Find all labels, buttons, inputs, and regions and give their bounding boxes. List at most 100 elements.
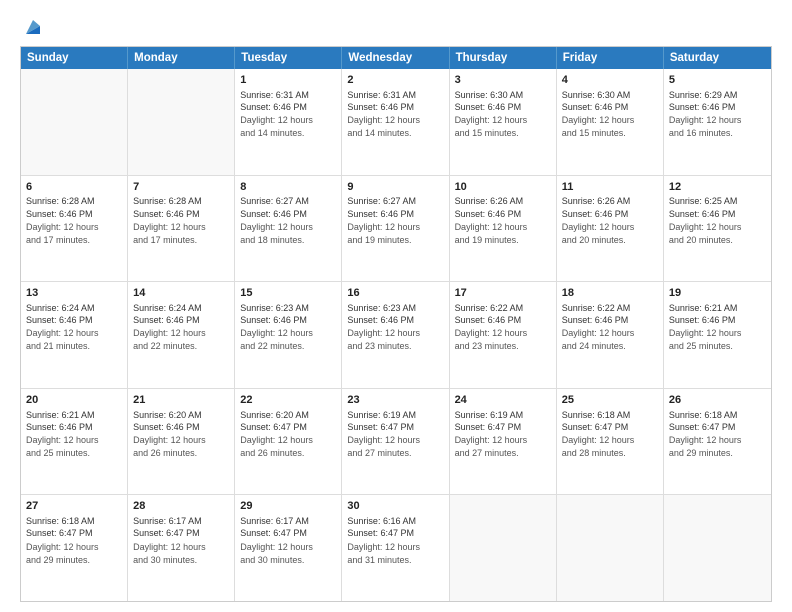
daylight-info: Daylight: 12 hours xyxy=(347,541,443,553)
day-number: 29 xyxy=(240,499,336,514)
day-number: 13 xyxy=(26,286,122,301)
calendar-cell: 14Sunrise: 6:24 AMSunset: 6:46 PMDayligh… xyxy=(128,282,235,388)
sunrise-info: Sunrise: 6:18 AM xyxy=(562,409,658,421)
daylight-info: Daylight: 12 hours xyxy=(562,114,658,126)
daylight-info-cont: and 23 minutes. xyxy=(455,340,551,352)
day-number: 8 xyxy=(240,180,336,195)
calendar-cell: 25Sunrise: 6:18 AMSunset: 6:47 PMDayligh… xyxy=(557,389,664,495)
calendar-cell xyxy=(450,495,557,601)
calendar-cell: 7Sunrise: 6:28 AMSunset: 6:46 PMDaylight… xyxy=(128,176,235,282)
sunrise-info: Sunrise: 6:28 AM xyxy=(133,195,229,207)
daylight-info: Daylight: 12 hours xyxy=(26,541,122,553)
daylight-info-cont: and 15 minutes. xyxy=(562,127,658,139)
daylight-info-cont: and 18 minutes. xyxy=(240,234,336,246)
sunset-info: Sunset: 6:47 PM xyxy=(347,421,443,433)
sunset-info: Sunset: 6:46 PM xyxy=(455,101,551,113)
daylight-info-cont: and 24 minutes. xyxy=(562,340,658,352)
day-number: 12 xyxy=(669,180,766,195)
sunset-info: Sunset: 6:46 PM xyxy=(347,101,443,113)
calendar-cell: 24Sunrise: 6:19 AMSunset: 6:47 PMDayligh… xyxy=(450,389,557,495)
daylight-info: Daylight: 12 hours xyxy=(347,327,443,339)
sunset-info: Sunset: 6:46 PM xyxy=(240,208,336,220)
sunset-info: Sunset: 6:46 PM xyxy=(240,101,336,113)
sunset-info: Sunset: 6:46 PM xyxy=(562,101,658,113)
sunset-info: Sunset: 6:46 PM xyxy=(133,208,229,220)
sunrise-info: Sunrise: 6:24 AM xyxy=(26,302,122,314)
daylight-info-cont: and 17 minutes. xyxy=(26,234,122,246)
day-number: 3 xyxy=(455,73,551,88)
day-number: 19 xyxy=(669,286,766,301)
sunset-info: Sunset: 6:46 PM xyxy=(133,421,229,433)
day-number: 20 xyxy=(26,393,122,408)
calendar-cell: 23Sunrise: 6:19 AMSunset: 6:47 PMDayligh… xyxy=(342,389,449,495)
calendar-cell: 20Sunrise: 6:21 AMSunset: 6:46 PMDayligh… xyxy=(21,389,128,495)
daylight-info-cont: and 22 minutes. xyxy=(133,340,229,352)
daylight-info: Daylight: 12 hours xyxy=(455,434,551,446)
day-number: 27 xyxy=(26,499,122,514)
sunset-info: Sunset: 6:46 PM xyxy=(669,314,766,326)
sunrise-info: Sunrise: 6:28 AM xyxy=(26,195,122,207)
sunrise-info: Sunrise: 6:18 AM xyxy=(26,515,122,527)
sunrise-info: Sunrise: 6:17 AM xyxy=(240,515,336,527)
calendar-cell: 29Sunrise: 6:17 AMSunset: 6:47 PM Dayligh… xyxy=(235,495,342,601)
calendar-cell xyxy=(21,69,128,175)
daylight-info: Daylight: 12 hours xyxy=(455,327,551,339)
daylight-info-cont: and 16 minutes. xyxy=(669,127,766,139)
daylight-info-cont: and 27 minutes. xyxy=(455,447,551,459)
daylight-info: Daylight: 12 hours xyxy=(240,541,336,553)
daylight-info-cont: and 19 minutes. xyxy=(347,234,443,246)
calendar-cell: 15Sunrise: 6:23 AMSunset: 6:46 PMDayligh… xyxy=(235,282,342,388)
sunrise-info: Sunrise: 6:19 AM xyxy=(455,409,551,421)
calendar-header-cell: Saturday xyxy=(664,47,771,69)
calendar-row: 1Sunrise: 6:31 AMSunset: 6:46 PMDaylight… xyxy=(21,69,771,176)
daylight-info: Daylight: 12 hours xyxy=(455,114,551,126)
calendar-header-cell: Wednesday xyxy=(342,47,449,69)
calendar-cell xyxy=(557,495,664,601)
calendar-row: 6Sunrise: 6:28 AMSunset: 6:46 PMDaylight… xyxy=(21,176,771,283)
sunset-info: Sunset: 6:46 PM xyxy=(133,314,229,326)
sunrise-info: Sunrise: 6:27 AM xyxy=(240,195,336,207)
calendar-cell: 30Sunrise: 6:16 AMSunset: 6:47 PMDayligh… xyxy=(342,495,449,601)
sunrise-info: Sunrise: 6:26 AM xyxy=(562,195,658,207)
daylight-info-cont: and 22 minutes. xyxy=(240,340,336,352)
sunrise-info: Sunrise: 6:25 AM xyxy=(669,195,766,207)
daylight-info-cont: and 31 minutes. xyxy=(347,554,443,566)
sunrise-info: Sunrise: 6:30 AM xyxy=(562,89,658,101)
calendar-cell: 16Sunrise: 6:23 AMSunset: 6:46 PMDayligh… xyxy=(342,282,449,388)
daylight-info: Daylight: 12 hours xyxy=(240,327,336,339)
calendar-cell: 5Sunrise: 6:29 AMSunset: 6:46 PMDaylight… xyxy=(664,69,771,175)
calendar-cell: 13Sunrise: 6:24 AMSunset: 6:46 PMDayligh… xyxy=(21,282,128,388)
daylight-info: Daylight: 12 hours xyxy=(562,221,658,233)
daylight-info-cont: and 29 minutes. xyxy=(669,447,766,459)
sunset-info: Sunset: 6:47 PM xyxy=(240,527,336,539)
daylight-info: Daylight: 12 hours xyxy=(240,221,336,233)
daylight-info-cont: and 21 minutes. xyxy=(26,340,122,352)
daylight-info-cont: and 29 minutes. xyxy=(26,554,122,566)
daylight-info: Daylight: 12 hours xyxy=(133,541,229,553)
sunrise-info: Sunrise: 6:30 AM xyxy=(455,89,551,101)
daylight-info: Daylight: 12 hours xyxy=(669,221,766,233)
calendar-row: 13Sunrise: 6:24 AM Sunset: 6:46 PM Dayligh… xyxy=(21,282,771,389)
daylight-info-cont: and 26 minutes. xyxy=(133,447,229,459)
calendar-body: 1Sunrise: 6:31 AMSunset: 6:46 PMDaylight… xyxy=(21,69,771,601)
daylight-info-cont: and 14 minutes. xyxy=(240,127,336,139)
day-number: 17 xyxy=(455,286,551,301)
daylight-info: Daylight: 12 hours xyxy=(133,221,229,233)
sunrise-info: Sunrise: 6:27 AM xyxy=(347,195,443,207)
calendar-cell: 12Sunrise: 6:25 AMSunset: 6:46 PMDayligh… xyxy=(664,176,771,282)
day-number: 11 xyxy=(562,180,658,195)
sunrise-info: Sunrise: 6:22 AM xyxy=(562,302,658,314)
sunset-info: Sunset: 6:47 PM xyxy=(562,421,658,433)
daylight-info: Daylight: 12 hours xyxy=(347,434,443,446)
day-number: 28 xyxy=(133,499,229,514)
calendar-header-cell: Sunday xyxy=(21,47,128,69)
calendar-cell xyxy=(664,495,771,601)
daylight-info: Daylight: 12 hours xyxy=(455,221,551,233)
calendar-cell xyxy=(128,69,235,175)
daylight-info-cont: and 15 minutes. xyxy=(455,127,551,139)
calendar-cell: 22Sunrise: 6:20 AMSunset: 6:47 PMDayligh… xyxy=(235,389,342,495)
page: SundayMondayTuesdayWednesdayThursdayFrid… xyxy=(0,0,792,612)
sunset-info: Sunset: 6:46 PM xyxy=(562,208,658,220)
day-number: 7 xyxy=(133,180,229,195)
sunset-info: Sunset: 6:47 PM xyxy=(347,527,443,539)
